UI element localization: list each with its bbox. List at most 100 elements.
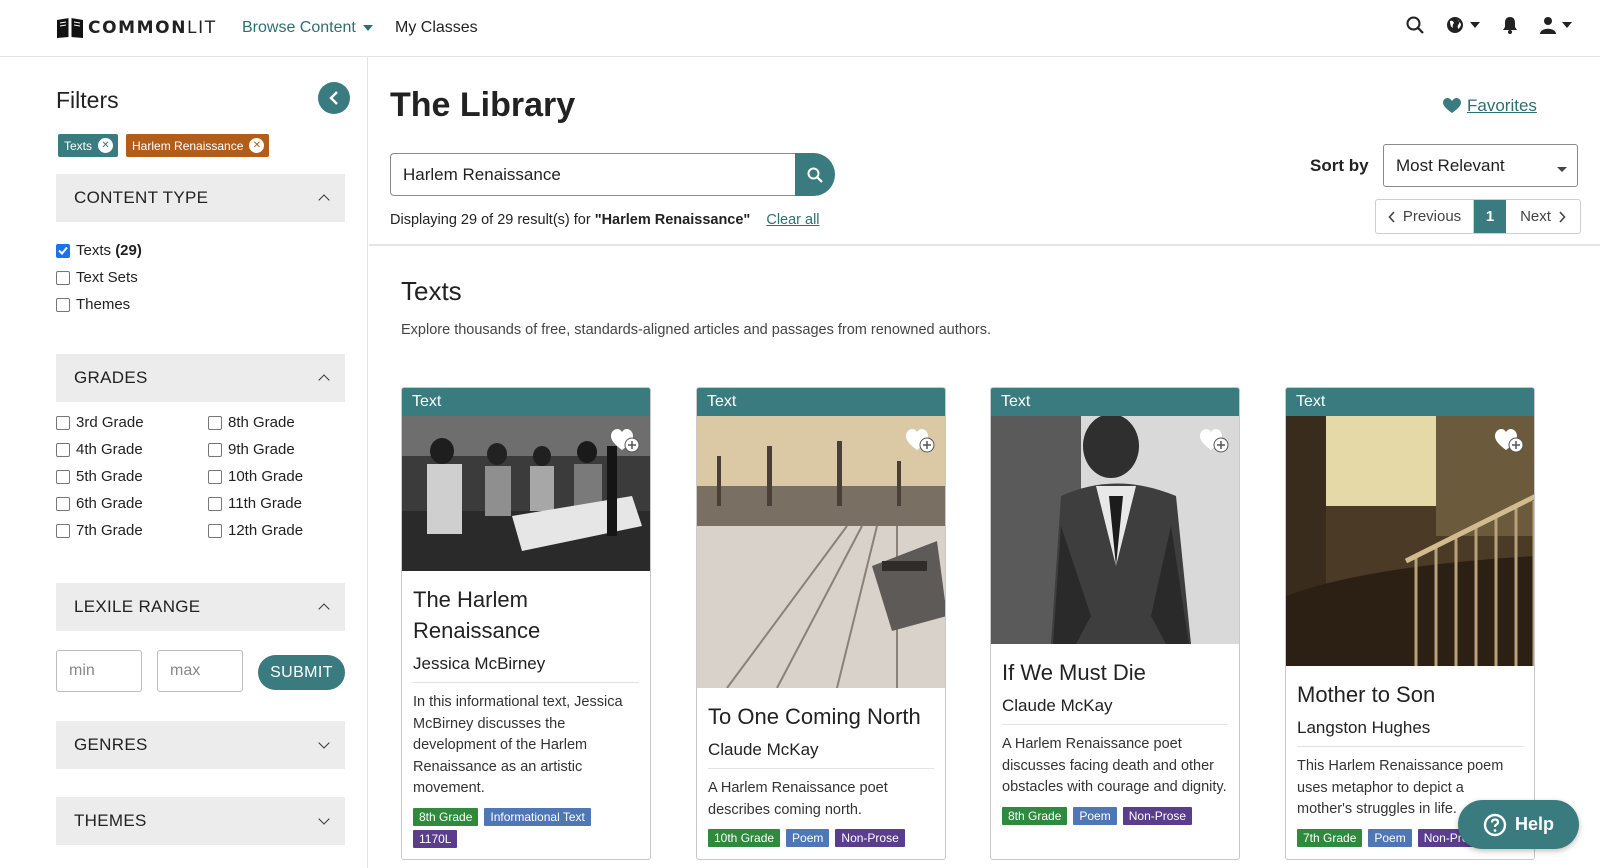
text-card[interactable]: Text Mother to Son Langston Hughes This … [1285,387,1535,860]
collapse-filters-button[interactable] [318,82,350,114]
checkbox-grade[interactable]: 9th Grade [208,441,295,458]
top-navigation: COMMONLIT Browse Content My Classes [0,0,1600,57]
checkbox-grade[interactable]: 3rd Grade [56,414,144,431]
content-type-header[interactable]: CONTENT TYPE [56,174,345,222]
favorites-label: Favorites [1467,96,1537,115]
clear-all-link[interactable]: Clear all [766,212,819,228]
genre-tag: Poem [1368,828,1412,847]
add-favorite-icon[interactable] [1494,428,1524,454]
checkbox-label: 12th Grade [228,522,304,539]
previous-page-button[interactable]: Previous [1376,200,1474,233]
checkmark-icon [58,246,68,255]
card-type-band: Text [991,388,1239,416]
checkbox-grade[interactable]: 5th Grade [56,468,143,485]
add-favorite-icon[interactable] [1199,428,1229,454]
chevron-left-icon [1388,210,1395,223]
add-favorite-icon[interactable] [610,428,640,454]
lexile-max-input[interactable]: max [157,650,243,692]
checkbox[interactable] [56,270,70,285]
checkbox[interactable] [208,496,222,511]
checkbox[interactable] [56,523,70,538]
checkbox[interactable] [208,523,222,538]
card-description: In this informational text, Jessica McBi… [413,694,623,796]
nav-icon-group [1406,16,1572,34]
commonlit-logo[interactable]: COMMONLIT [56,16,217,40]
checkbox-grade[interactable]: 6th Grade [56,495,143,512]
close-icon[interactable]: ✕ [249,138,265,153]
checkbox-grade[interactable]: 7th Grade [56,522,143,539]
favorites-link[interactable]: Favorites [1443,96,1537,116]
card-description: A Harlem Renaissance poet discusses faci… [1002,736,1227,795]
search-nav-button[interactable] [1406,16,1424,34]
card-title[interactable]: If We Must Die [1002,657,1228,688]
lexile-range-header[interactable]: LEXILE RANGE [56,583,345,631]
checkbox-text-sets[interactable]: Text Sets [56,269,138,286]
caret-down-icon [1470,22,1480,28]
checkbox-grade[interactable]: 12th Grade [208,522,303,539]
close-icon[interactable]: ✕ [98,138,114,153]
format-tag: Non-Prose [1122,806,1193,825]
genre-tag: Poem [1073,806,1117,825]
filters-title: Filters [56,87,119,113]
card-image [697,416,945,689]
checkbox-grade[interactable]: 4th Grade [56,441,143,458]
card-type-band: Text [697,388,945,416]
language-menu[interactable] [1446,16,1480,34]
text-card[interactable]: Text The Harlem Renaissance Jessica McBi… [401,387,651,860]
sort-label: Sort by [1310,156,1369,175]
card-tags: 10th Grade Poem Non-Prose [708,829,934,847]
card-title[interactable]: To One Coming North [708,701,934,732]
grade-tag: 10th Grade [708,829,781,847]
checkbox[interactable] [208,415,222,430]
genres-header[interactable]: GENRES [56,721,345,769]
checkbox-checked[interactable] [56,243,70,258]
checkbox[interactable] [56,442,70,457]
text-card[interactable]: Text To One Coming North Claude McKay A … [696,387,946,860]
search-submit-button[interactable] [795,153,835,196]
next-page-button[interactable]: Next [1506,200,1580,233]
chevron-right-icon [1559,210,1566,223]
grades-header[interactable]: GRADES [56,354,345,402]
themes-header[interactable]: THEMES [56,797,345,845]
checkbox[interactable] [56,496,70,511]
chip-harlem-renaissance[interactable]: Harlem Renaissance ✕ [126,134,270,157]
my-classes-link[interactable]: My Classes [395,19,478,37]
checkbox[interactable] [208,469,222,484]
account-menu[interactable] [1540,16,1572,34]
add-favorite-icon[interactable] [905,428,935,454]
notifications-button[interactable] [1502,16,1518,34]
section-label: THEMES [74,811,147,830]
checkbox-themes[interactable]: Themes [56,296,130,313]
checkbox-grade[interactable]: 11th Grade [208,495,302,512]
card-title[interactable]: The Harlem Renaissance [413,584,639,646]
library-search-input[interactable]: Harlem Renaissance [390,153,798,196]
card-body: To One Coming North Claude McKay A Harle… [697,701,945,847]
checkbox[interactable] [56,297,70,312]
card-tags: 8th Grade Informational Text 1170L [413,807,639,848]
card-title[interactable]: Mother to Son [1297,679,1523,710]
checkbox[interactable] [56,469,70,484]
help-circle-icon [1483,813,1507,836]
help-button[interactable]: Help [1458,800,1579,849]
pagination: Previous 1 Next [1375,199,1581,234]
browse-content-label: Browse Content [242,19,356,36]
globe-icon [1447,17,1463,33]
help-label: Help [1514,814,1554,834]
browse-content-menu[interactable]: Browse Content [242,19,373,37]
current-page[interactable]: 1 [1474,200,1506,233]
sort-select[interactable]: Most Relevant [1383,144,1578,187]
chevron-up-icon [318,374,330,386]
checkbox-grade[interactable]: 8th Grade [208,414,295,431]
lexile-min-input[interactable]: min [56,650,142,692]
chip-texts[interactable]: Texts ✕ [58,134,119,157]
checkbox-grade[interactable]: 10th Grade [208,468,303,485]
card-description: A Harlem Renaissance poet describes comi… [708,780,888,818]
checkbox-label: 4th Grade [76,441,143,458]
lexile-submit-button[interactable]: SUBMIT [258,655,345,690]
checkbox[interactable] [208,442,222,457]
chip-label: Harlem Renaissance [132,138,244,153]
checkbox[interactable] [56,415,70,430]
text-card[interactable]: Text If We Must Die Claude McKay A Harle… [990,387,1240,860]
checkbox-texts[interactable]: Texts (29) [56,242,142,259]
chip-label: Texts [64,138,93,153]
